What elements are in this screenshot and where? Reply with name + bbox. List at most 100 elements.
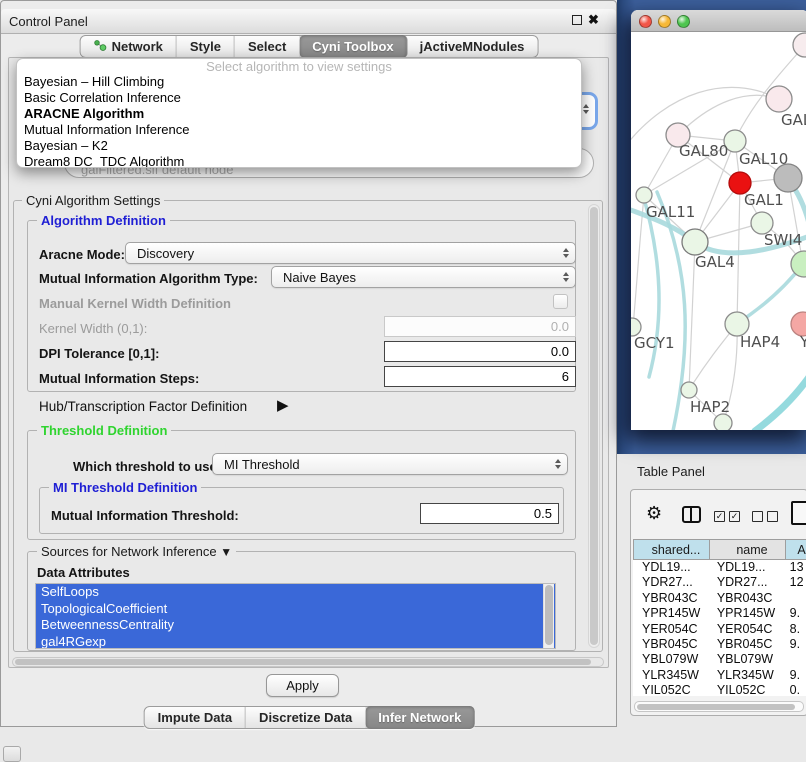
network-node-swi4-green[interactable] [791,251,806,277]
network-graph[interactable]: GALGAL80GAL10GAL1GAL11SWI4GAL4GCY1HAP4YH… [631,32,806,430]
dropdown-item-list: Bayesian – Hill ClimbingBasic Correlatio… [17,74,581,168]
tab-network[interactable]: Network [81,36,177,57]
data-attributes-list: SelfLoopsTopologicalCoefficientBetweenne… [35,583,556,649]
collapsed-panel-button[interactable] [3,746,21,762]
mi-type-label: Mutual Information Algorithm Type: [39,271,258,286]
network-node-bottom-green[interactable] [714,414,732,430]
algorithm-dropdown[interactable]: Select algorithm to view settings Bayesi… [16,58,582,168]
table-cell: YDR27... [708,575,783,590]
dropdown-item-basic-correlation-inference[interactable]: Basic Correlation Inference [17,90,581,106]
checked-box-icon-2[interactable]: ✓ [729,511,740,522]
mi-threshold-field[interactable]: 0.5 [420,503,559,524]
table-row[interactable]: YPR145WYPR145W9. [633,606,806,621]
table-cell: YBR043C [708,591,783,606]
node-label-gal1: GAL1 [744,191,784,209]
columns-icon[interactable] [682,506,701,523]
top-tab-bar: Network StyleSelectCyni Toolbox jActiveMNo… [80,35,539,58]
network-node-gal10-gray[interactable] [774,164,802,192]
table-row[interactable]: YDL19...YDL19...13 [633,560,806,575]
zoom-traffic-light[interactable] [677,15,690,28]
network-node-pink-upper[interactable] [766,86,792,112]
table-cell: YDL19... [633,560,708,575]
aracne-mode-label: Aracne Mode: [39,247,125,262]
table-panel-title: Table Panel [637,464,705,479]
dpi-tolerance-label: DPI Tolerance [0,1]: [39,346,159,361]
attribute-item-selfloops[interactable]: SelfLoops [36,584,555,601]
attribute-item-gal4rgexp[interactable]: gal4RGexp [36,634,555,650]
table-cell: YER054C [633,622,708,637]
dropdown-item-dream8-dc-tdc-algorithm[interactable]: Dream8 DC_TDC Algorithm [17,154,581,168]
expand-arrow-icon[interactable]: ▶ [277,396,289,414]
close-traffic-light[interactable] [639,15,652,28]
minimize-traffic-light[interactable] [658,15,671,28]
dropdown-item-aracne-algorithm[interactable]: ARACNE Algorithm [17,106,581,122]
bottom-tab-discretize-data-label: Discretize Data [259,710,352,725]
table-header-row: shared...nameA [633,539,806,560]
gear-icon[interactable]: ⚙ [646,503,662,524]
cyni-algorithm-settings-title: Cyni Algorithm Settings [22,193,164,208]
table-horizontal-scrollbar[interactable] [634,701,804,712]
mi-steps-label: Mutual Information Steps: [39,371,199,386]
table-row[interactable]: YIL052CYIL052C0. [633,683,806,696]
attribute-item-betweennesscentrality[interactable]: BetweennessCentrality [36,617,555,634]
mi-steps-field[interactable]: 6 [384,366,576,387]
table-cell: YBR045C [633,637,708,652]
settings-horizontal-scrollbar[interactable] [12,657,604,667]
table-row[interactable]: YBR043CYBR043C [633,591,806,606]
dropdown-item-mutual-information-inference[interactable]: Mutual Information Inference [17,122,581,138]
table-row[interactable]: YLR345WYLR345W9. [633,668,806,683]
float-window-icon[interactable] [572,15,582,25]
tab-jactivemnodules-label: jActiveMNodules [420,39,525,54]
column-header-shared[interactable]: shared... [633,539,710,560]
aracne-mode-select[interactable]: Discovery [125,242,576,264]
bottom-tab-impute-data[interactable]: Impute Data [145,707,246,728]
node-label-gal: GAL [781,111,806,129]
tab-jactivemnodules[interactable]: jActiveMNodules [407,36,538,57]
table-row[interactable]: YER054CYER054C8. [633,622,806,637]
network-node-gal-top[interactable] [793,33,806,57]
table-row[interactable]: YDR27...YDR27...12 [633,575,806,590]
bottom-tab-bar: Impute Data Discretize Data Infer Network [144,706,475,729]
network-node-hap2[interactable] [681,382,697,398]
document-icon[interactable] [791,501,806,525]
tab-style[interactable]: Style [177,36,235,57]
dropdown-item-bayesian-hill-climbing[interactable]: Bayesian – Hill Climbing [17,74,581,90]
network-node-gal4[interactable] [682,229,708,255]
settings-vertical-scrollbar[interactable] [588,204,600,648]
node-label-hap4: HAP4 [740,333,780,351]
table-cell [783,652,806,667]
column-header-a[interactable]: A [785,539,806,560]
mi-type-value: Naive Bayes [283,270,356,285]
network-window-titlebar[interactable] [631,10,806,32]
unchecked-box-icon-1[interactable] [752,511,763,522]
tab-network-label: Network [112,39,163,54]
apply-button[interactable]: Apply [266,674,339,697]
attributes-scrollbar[interactable] [543,584,554,648]
which-threshold-select[interactable]: MI Threshold [212,453,568,475]
unchecked-box-icon-2[interactable] [767,511,778,522]
which-threshold-label: Which threshold to use: [73,459,221,474]
table-row[interactable]: YBR045CYBR045C9. [633,637,806,652]
table-cell: 9. [783,668,806,683]
mi-type-select[interactable]: Naive Bayes [271,266,576,288]
manual-kernel-checkbox[interactable] [553,294,568,309]
table-row[interactable]: YBL079WYBL079W [633,652,806,667]
network-node-gal11[interactable] [636,187,652,203]
attribute-item-topologicalcoefficient[interactable]: TopologicalCoefficient [36,601,555,618]
table-cell: YLR345W [708,668,783,683]
kernel-width-field[interactable]: 0.0 [384,316,576,337]
tab-select[interactable]: Select [235,36,300,57]
tab-cyni-toolbox[interactable]: Cyni Toolbox [299,35,407,58]
bottom-tab-infer-network-label: Infer Network [378,710,461,725]
table-cell: YBL079W [633,652,708,667]
bottom-tab-infer-network[interactable]: Infer Network [365,706,474,729]
collapse-arrow-icon[interactable]: ▼ [220,545,232,559]
close-icon[interactable]: ✖ [588,12,599,28]
dropdown-item-bayesian-k2[interactable]: Bayesian – K2 [17,138,581,154]
checked-box-icon-1[interactable]: ✓ [714,511,725,522]
manual-kernel-label: Manual Kernel Width Definition [39,296,231,311]
node-label-swi4: SWI4 [764,231,802,249]
dpi-tolerance-field[interactable]: 0.0 [384,341,576,362]
bottom-tab-discretize-data[interactable]: Discretize Data [246,707,366,728]
column-header-name[interactable]: name [709,539,786,560]
